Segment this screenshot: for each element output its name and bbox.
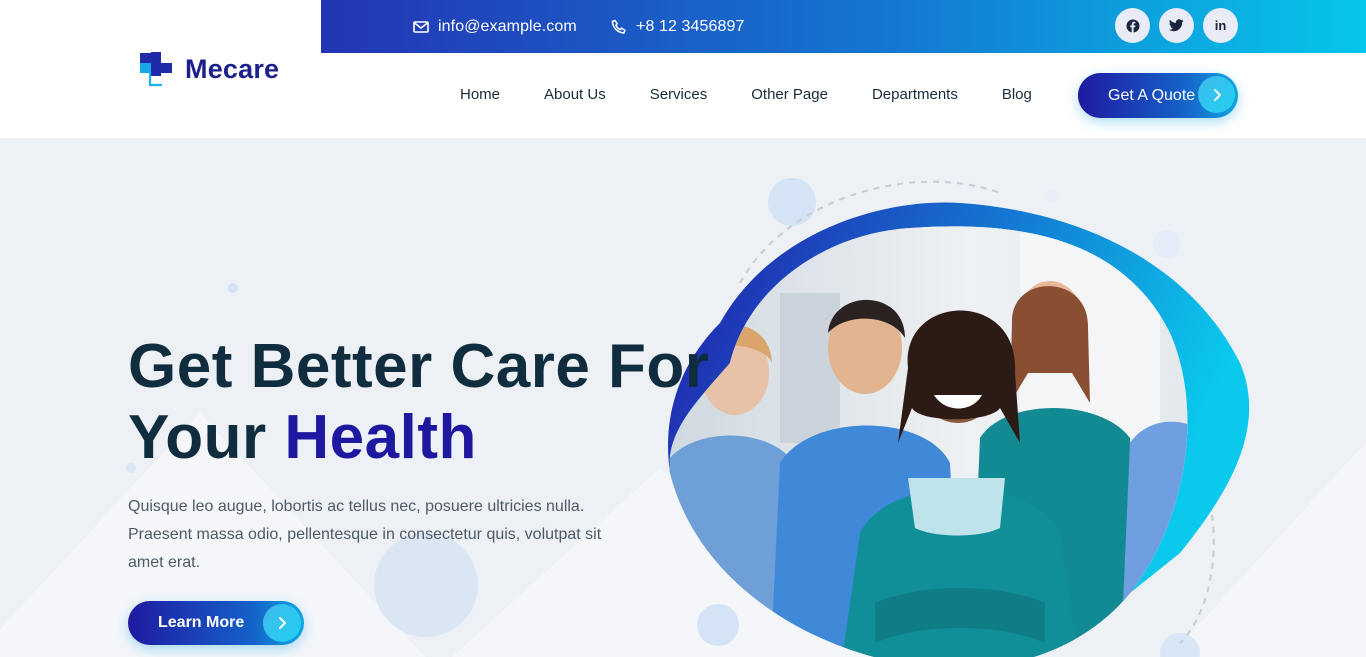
nav-item-about-us[interactable]: About Us: [544, 86, 606, 103]
learn-more-label: Learn More: [158, 614, 245, 631]
hero-title-accent: Health: [284, 403, 477, 472]
chevron-right-icon: [263, 604, 301, 642]
contact-email-text: info@example.com: [438, 17, 577, 35]
contact-phone-text: +8 12 3456897: [636, 17, 745, 35]
hero-section: Get Better Care For Your Health Quisque …: [0, 138, 1366, 657]
hero-title: Get Better Care For Your Health: [128, 331, 709, 473]
nav-item-departments[interactable]: Departments: [872, 86, 958, 103]
hero-description: Quisque leo augue, lobortis ac tellus ne…: [128, 498, 602, 571]
top-contact-bar: info@example.com +8 12 3456897 in: [321, 0, 1366, 53]
phone-icon: [611, 19, 626, 34]
hero-title-prefix: Your: [128, 403, 267, 472]
get-a-quote-button[interactable]: Get A Quote: [1078, 73, 1238, 118]
mail-icon: [413, 20, 429, 33]
chevron-right-icon: [1198, 76, 1235, 113]
get-a-quote-label: Get A Quote: [1108, 86, 1196, 104]
hero-title-line1: Get Better Care For: [128, 332, 710, 401]
contact-phone[interactable]: +8 12 3456897: [611, 0, 745, 53]
main-nav: Home About Us Services Other Page Depart…: [460, 86, 1076, 103]
learn-more-button[interactable]: Learn More: [128, 601, 304, 645]
brand-logo[interactable]: Mecare: [138, 50, 279, 88]
social-links: in: [1115, 8, 1238, 43]
contact-email[interactable]: info@example.com: [413, 0, 577, 53]
twitter-icon[interactable]: [1159, 8, 1194, 43]
nav-item-services[interactable]: Services: [650, 86, 708, 103]
nav-item-blog[interactable]: Blog: [1002, 86, 1032, 103]
facebook-icon[interactable]: [1115, 8, 1150, 43]
brand-name: Mecare: [185, 53, 280, 84]
linkedin-label: in: [1214, 18, 1227, 33]
nav-item-other-page[interactable]: Other Page: [751, 86, 828, 103]
linkedin-icon[interactable]: in: [1203, 8, 1238, 43]
hero-image-frame: [660, 173, 1280, 657]
medical-cross-icon: [140, 52, 172, 87]
nav-item-home[interactable]: Home: [460, 86, 500, 103]
deco-dot: [228, 283, 238, 293]
